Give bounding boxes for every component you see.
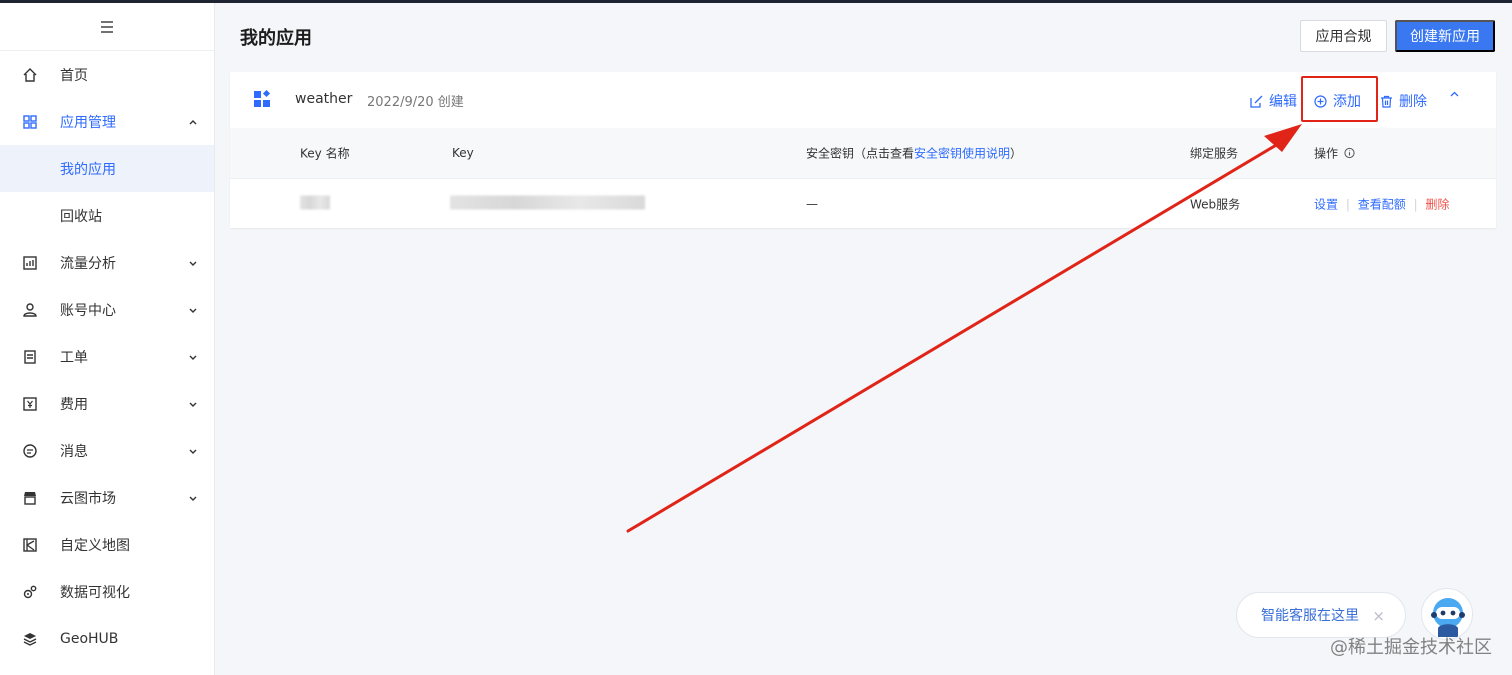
sidebar-subitem-label: 我的应用: [60, 161, 116, 178]
sidebar-item-data-visualization[interactable]: 数据可视化: [0, 568, 214, 615]
customer-service-bubble[interactable]: 智能客服在这里 ×: [1236, 592, 1406, 638]
watermark-text: @稀土掘金技术社区: [1330, 637, 1492, 658]
menu-toggle[interactable]: [0, 3, 214, 51]
sidebar-item-billing[interactable]: 费用: [0, 380, 214, 427]
sidebar-item-label: 云图市场: [60, 490, 116, 507]
store-icon: [22, 490, 38, 506]
chevron-down-icon: [189, 402, 197, 407]
edit-label: 编辑: [1269, 94, 1297, 110]
sidebar: 首页 应用管理 我的应用 回收站 流量分析 账号中心 工单 费用 消息 云图市场…: [0, 3, 215, 675]
top-border: [0, 0, 1512, 3]
visual-icon: [22, 584, 38, 600]
chevron-up-icon: [189, 119, 197, 124]
annotation-highlight-box: [1301, 76, 1378, 122]
close-icon[interactable]: ×: [1372, 607, 1385, 625]
sidebar-item-label: 流量分析: [60, 255, 116, 272]
page-title: 我的应用: [240, 28, 312, 49]
customer-service-text: 智能客服在这里: [1261, 608, 1359, 624]
ticket-icon: [22, 349, 38, 365]
key-name-blurred: [300, 195, 330, 212]
row-actions: 设置 | 查看配额 | 删除: [1314, 197, 1450, 211]
chevron-up-icon: [1450, 91, 1459, 97]
sidebar-item-home[interactable]: 首页: [0, 51, 214, 98]
col-secret-prefix: 安全密钥（点击查看: [806, 146, 915, 161]
col-key: Key: [452, 146, 474, 160]
sidebar-item-messages[interactable]: 消息: [0, 427, 214, 474]
app-card: weather 2022/9/20 创建 编辑 添加 删除 Key 名称 Key…: [230, 72, 1496, 228]
app-card-header: weather 2022/9/20 创建 编辑 添加 删除: [230, 72, 1496, 128]
home-icon: [22, 67, 38, 83]
layers-icon: [22, 631, 38, 647]
menu-icon[interactable]: [100, 20, 114, 33]
sidebar-item-custom-map[interactable]: 自定义地图: [0, 521, 214, 568]
grid-icon: [22, 114, 38, 130]
table-row: — Web服务 设置 | 查看配额 | 删除: [230, 178, 1496, 228]
chevron-down-icon: [189, 496, 197, 501]
sidebar-item-label: GeoHUB: [60, 630, 119, 647]
sidebar-item-cloud-market[interactable]: 云图市场: [0, 474, 214, 521]
view-quota-link[interactable]: 查看配额: [1358, 197, 1406, 211]
yen-icon: [22, 396, 38, 412]
sidebar-item-app-management[interactable]: 应用管理: [0, 98, 214, 145]
app-compliance-button[interactable]: 应用合规: [1300, 20, 1387, 52]
chevron-down-icon: [189, 308, 197, 313]
col-service: 绑定服务: [1190, 146, 1239, 161]
sidebar-item-label: 消息: [60, 443, 88, 460]
chevron-down-icon: [189, 355, 197, 360]
sidebar-item-label: 应用管理: [60, 114, 116, 131]
sidebar-item-label: 账号中心: [60, 302, 116, 319]
sidebar-item-geohub[interactable]: GeoHUB: [0, 615, 214, 662]
delete-key-link[interactable]: 删除: [1425, 197, 1449, 211]
sidebar-item-label: 工单: [60, 349, 88, 366]
app-name: weather: [295, 91, 353, 107]
col-key-name: Key 名称: [300, 146, 350, 161]
create-app-button[interactable]: 创建新应用: [1395, 20, 1495, 52]
delete-app-button[interactable]: 删除: [1380, 91, 1427, 111]
secret-guide-link[interactable]: 安全密钥使用说明: [914, 147, 1010, 161]
key-table-header: Key 名称 Key 安全密钥（点击查看安全密钥使用说明） 绑定服务 操作: [230, 128, 1496, 178]
sidebar-item-label: 数据可视化: [60, 584, 130, 601]
info-icon[interactable]: [1344, 147, 1355, 159]
app-icon: [254, 90, 271, 107]
chevron-down-icon: [189, 449, 197, 454]
col-secret: 安全密钥（点击查看安全密钥使用说明）: [806, 145, 1022, 162]
user-icon: [22, 302, 38, 318]
col-secret-suffix: ）: [1010, 146, 1023, 161]
col-ops-label: 操作: [1314, 146, 1339, 161]
collapse-button[interactable]: [1448, 88, 1461, 101]
bound-service: Web服务: [1190, 197, 1241, 211]
sidebar-subitem-recycle-bin[interactable]: 回收站: [0, 192, 214, 239]
sidebar-item-account-center[interactable]: 账号中心: [0, 286, 214, 333]
sidebar-subitem-my-apps[interactable]: 我的应用: [0, 145, 214, 192]
sidebar-item-tickets[interactable]: 工单: [0, 333, 214, 380]
chart-icon: [22, 255, 38, 271]
sidebar-item-traffic-analysis[interactable]: 流量分析: [0, 239, 214, 286]
secret-value: —: [806, 196, 818, 211]
delete-label: 删除: [1399, 94, 1427, 110]
message-icon: [22, 443, 38, 459]
trash-icon: [1381, 95, 1392, 108]
sidebar-item-label: 自定义地图: [60, 537, 130, 554]
sidebar-item-label: 首页: [60, 67, 88, 84]
app-created-date: 2022/9/20 创建: [367, 95, 464, 110]
col-ops: 操作: [1314, 145, 1355, 162]
key-value-blurred: [450, 195, 645, 212]
sidebar-item-label: 费用: [60, 396, 88, 413]
settings-link[interactable]: 设置: [1314, 197, 1338, 211]
edit-app-button[interactable]: 编辑: [1250, 91, 1297, 111]
chevron-down-icon: [189, 261, 197, 266]
sidebar-subitem-label: 回收站: [60, 208, 102, 225]
edit-icon: [1250, 95, 1263, 108]
map-icon: [22, 537, 38, 553]
